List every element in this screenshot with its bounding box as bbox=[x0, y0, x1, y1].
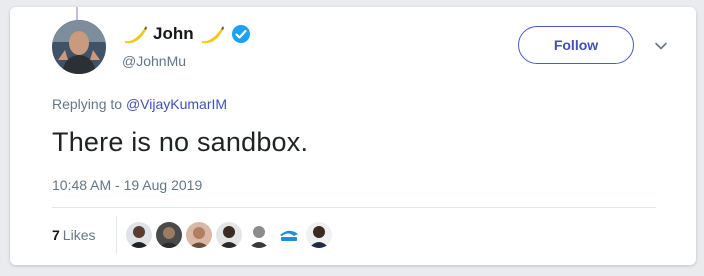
author-display-name[interactable]: John bbox=[153, 24, 194, 44]
liker-avatar[interactable] bbox=[126, 222, 152, 248]
likes-count: 7 bbox=[52, 227, 60, 243]
verified-badge-icon bbox=[231, 24, 251, 44]
divider bbox=[52, 207, 656, 208]
author-name-row[interactable]: John bbox=[122, 23, 251, 45]
banana-emoji-icon bbox=[199, 23, 225, 45]
tweet-text: There is no sandbox. bbox=[52, 127, 309, 157]
follow-button[interactable]: Follow bbox=[518, 26, 634, 64]
likes-label: Likes bbox=[62, 227, 96, 243]
author-avatar[interactable] bbox=[52, 20, 106, 74]
liker-avatar[interactable] bbox=[276, 222, 302, 248]
author-handle[interactable]: @JohnMu bbox=[122, 53, 186, 69]
tweet-timestamp[interactable]: 10:48 AM - 19 Aug 2019 bbox=[52, 177, 202, 193]
replying-to-line: Replying to @VijayKumarIM bbox=[52, 96, 227, 112]
likers-avatars bbox=[126, 222, 332, 248]
liker-avatar[interactable] bbox=[186, 222, 212, 248]
liker-avatar[interactable] bbox=[216, 222, 242, 248]
replying-to-prefix: Replying to bbox=[52, 96, 123, 112]
likes-stat[interactable]: 7 Likes bbox=[52, 227, 95, 243]
liker-avatar[interactable] bbox=[306, 222, 332, 248]
chevron-down-icon[interactable] bbox=[654, 39, 668, 53]
stats-divider bbox=[116, 216, 117, 254]
reply-mention-link[interactable]: @VijayKumarIM bbox=[126, 96, 227, 112]
banana-emoji-icon bbox=[122, 23, 148, 45]
tweet-card: John @JohnMu Follow Replying to @VijayKu… bbox=[10, 7, 696, 265]
liker-avatar[interactable] bbox=[156, 222, 182, 248]
liker-avatar[interactable] bbox=[246, 222, 272, 248]
thread-connector-line bbox=[76, 7, 78, 21]
